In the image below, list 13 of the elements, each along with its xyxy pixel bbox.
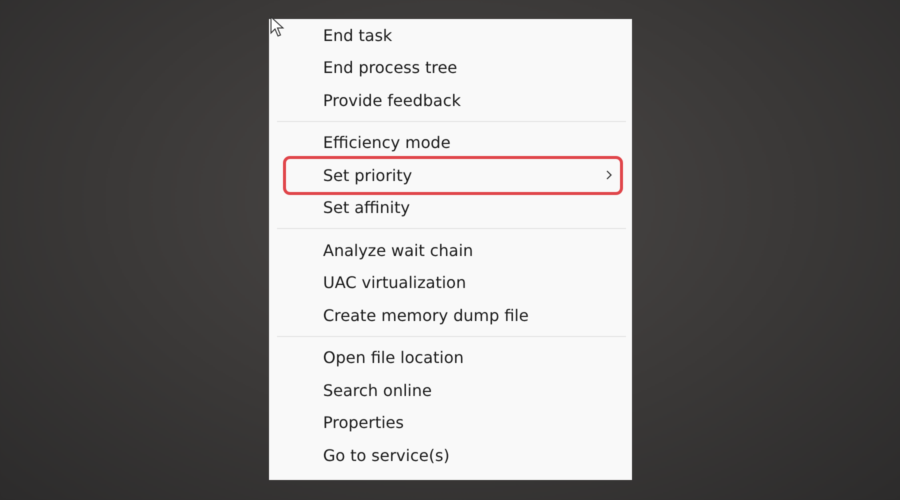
menu-item[interactable]: Search online — [286, 374, 620, 406]
menu-item[interactable]: Go to service(s) — [286, 439, 620, 472]
menu-item[interactable]: Create memory dump file — [286, 299, 620, 332]
menu-item[interactable]: End task — [286, 19, 620, 52]
menu-item[interactable]: End process tree — [286, 52, 620, 84]
menu-item[interactable]: Analyze wait chain — [286, 234, 620, 266]
menu-item[interactable]: UAC virtualization — [286, 266, 620, 299]
menu-item[interactable]: Set affinity — [286, 192, 620, 224]
menu-item[interactable]: Provide feedback — [286, 84, 620, 116]
menu-item[interactable]: Properties — [286, 406, 620, 439]
menu-item[interactable]: Set priority — [286, 159, 620, 192]
menu-item[interactable]: Efficiency mode — [286, 126, 620, 159]
menu-item[interactable]: Open file location — [286, 342, 620, 374]
